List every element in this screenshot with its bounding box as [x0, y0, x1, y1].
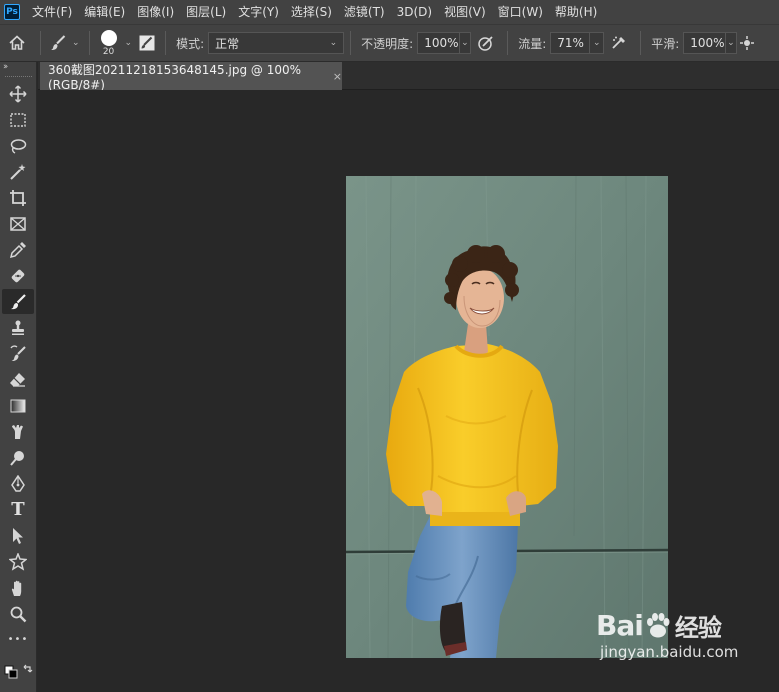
menu-image[interactable]: 图像(I): [131, 0, 180, 24]
brush-size-picker[interactable]: 20: [96, 29, 122, 57]
zoom-tool-icon[interactable]: [2, 601, 34, 626]
menu-file[interactable]: 文件(F): [26, 0, 78, 24]
custom-shape-icon[interactable]: [2, 549, 34, 574]
type-glyph: T: [11, 499, 25, 520]
separator: [640, 31, 642, 55]
brush-tool-preset-icon[interactable]: [47, 34, 69, 52]
baidu-logo-text: Bai: [596, 609, 644, 642]
smoothing-options-icon[interactable]: [737, 36, 757, 50]
menu-view[interactable]: 视图(V): [438, 0, 492, 24]
smudge-icon[interactable]: [2, 419, 34, 444]
chevron-down-icon: ⌄: [329, 38, 338, 48]
pen-icon[interactable]: [2, 471, 34, 496]
opacity-field[interactable]: 100% ⌄: [417, 32, 472, 54]
clone-stamp-icon[interactable]: [2, 315, 34, 340]
eyedropper-icon[interactable]: [2, 237, 34, 262]
watermark-url: jingyan.baidu.com: [600, 643, 739, 661]
magic-wand-icon[interactable]: [2, 159, 34, 184]
gradient-icon[interactable]: [2, 393, 34, 418]
baidu-logo: Bai 经验: [596, 608, 776, 643]
canvas-area[interactable]: [38, 90, 779, 692]
healing-brush-icon[interactable]: [2, 263, 34, 288]
smoothing-label: 平滑:: [651, 36, 680, 51]
opacity-label: 不透明度:: [361, 36, 414, 51]
pressure-opacity-icon[interactable]: [471, 34, 501, 52]
separator: [507, 31, 509, 55]
rectangular-marquee-icon[interactable]: [2, 107, 34, 132]
menu-type[interactable]: 文字(Y): [232, 0, 285, 24]
paw-icon: [646, 612, 670, 637]
mode-value: 正常: [215, 36, 240, 51]
more-glyph: •••: [7, 634, 29, 645]
collapse-panel-icon[interactable]: ››: [0, 62, 36, 74]
brush-settings-icon[interactable]: [135, 34, 159, 52]
panel-grip[interactable]: [4, 76, 32, 77]
menu-3d[interactable]: 3D(D): [391, 0, 438, 24]
flow-field[interactable]: 71% ⌄: [550, 32, 605, 54]
photo-content: [346, 176, 668, 658]
airbrush-icon[interactable]: [604, 34, 634, 52]
separator: [40, 31, 41, 55]
smoothing-field[interactable]: 100% ⌄: [683, 32, 738, 54]
brush-tool-icon[interactable]: [2, 289, 34, 314]
flow-value: 71%: [557, 36, 584, 50]
path-selection-icon[interactable]: [2, 523, 34, 548]
mode-select[interactable]: 正常 ⌄: [208, 32, 345, 54]
crop-icon[interactable]: [2, 185, 34, 210]
eraser-icon[interactable]: [2, 367, 34, 392]
separator: [88, 31, 90, 55]
menu-layer[interactable]: 图层(L): [180, 0, 232, 24]
photoshop-logo: Ps: [4, 4, 20, 20]
document-tab[interactable]: 360截图20211218153648145.jpg @ 100%(RGB/8#…: [40, 62, 342, 92]
flow-label: 流量:: [518, 36, 547, 51]
menu-help[interactable]: 帮助(H): [549, 0, 603, 24]
smoothing-value: 100%: [690, 36, 725, 50]
menu-filter[interactable]: 滤镜(T): [338, 0, 391, 24]
chevron-down-icon[interactable]: ⌄: [589, 32, 603, 54]
chevron-down-icon[interactable]: ⌄: [458, 32, 471, 54]
document-tab-bar: 360截图20211218153648145.jpg @ 100%(RGB/8#…: [38, 62, 779, 92]
baidu-jingyan-watermark: Bai 经验 jingyan.baidu.com: [596, 608, 776, 680]
hand-tool-icon[interactable]: [2, 575, 34, 600]
color-swatches[interactable]: [2, 662, 36, 686]
brush-size-value: 20: [102, 46, 115, 57]
tools-panel: ›› T •••: [0, 62, 37, 692]
type-tool-icon[interactable]: T: [2, 497, 34, 522]
chevron-down-icon[interactable]: ⌄: [724, 32, 737, 54]
separator: [165, 31, 167, 55]
chevron-down-icon[interactable]: ⌄: [72, 38, 80, 48]
document-image[interactable]: [346, 176, 668, 658]
dodge-icon[interactable]: [2, 445, 34, 470]
document-tab-title: 360截图20211218153648145.jpg @ 100%(RGB/8#…: [48, 62, 302, 92]
home-icon[interactable]: [0, 34, 34, 52]
close-tab-icon[interactable]: ×: [333, 70, 342, 83]
more-tools-icon[interactable]: •••: [2, 627, 34, 652]
menu-window[interactable]: 窗口(W): [492, 0, 549, 24]
menu-edit[interactable]: 编辑(E): [78, 0, 131, 24]
opacity-value: 100%: [424, 36, 459, 50]
frame-tool-icon[interactable]: [2, 211, 34, 236]
menu-select[interactable]: 选择(S): [285, 0, 338, 24]
separator: [350, 31, 352, 55]
brush-tip-icon: [100, 29, 117, 46]
menu-bar: Ps 文件(F) 编辑(E) 图像(I) 图层(L) 文字(Y) 选择(S) 滤…: [0, 0, 779, 24]
jingyan-logo-text: 经验: [674, 614, 722, 642]
lasso-icon[interactable]: [2, 133, 34, 158]
move-tool-icon[interactable]: [2, 81, 34, 106]
chevron-down-icon[interactable]: ⌄: [125, 38, 133, 48]
options-bar: ⌄ 20 ⌄ 模式: 正常 ⌄ 不透明度: 100% ⌄ 流量: 71% ⌄ 平…: [0, 24, 779, 62]
mode-label: 模式:: [176, 36, 205, 51]
history-brush-icon[interactable]: [2, 341, 34, 366]
